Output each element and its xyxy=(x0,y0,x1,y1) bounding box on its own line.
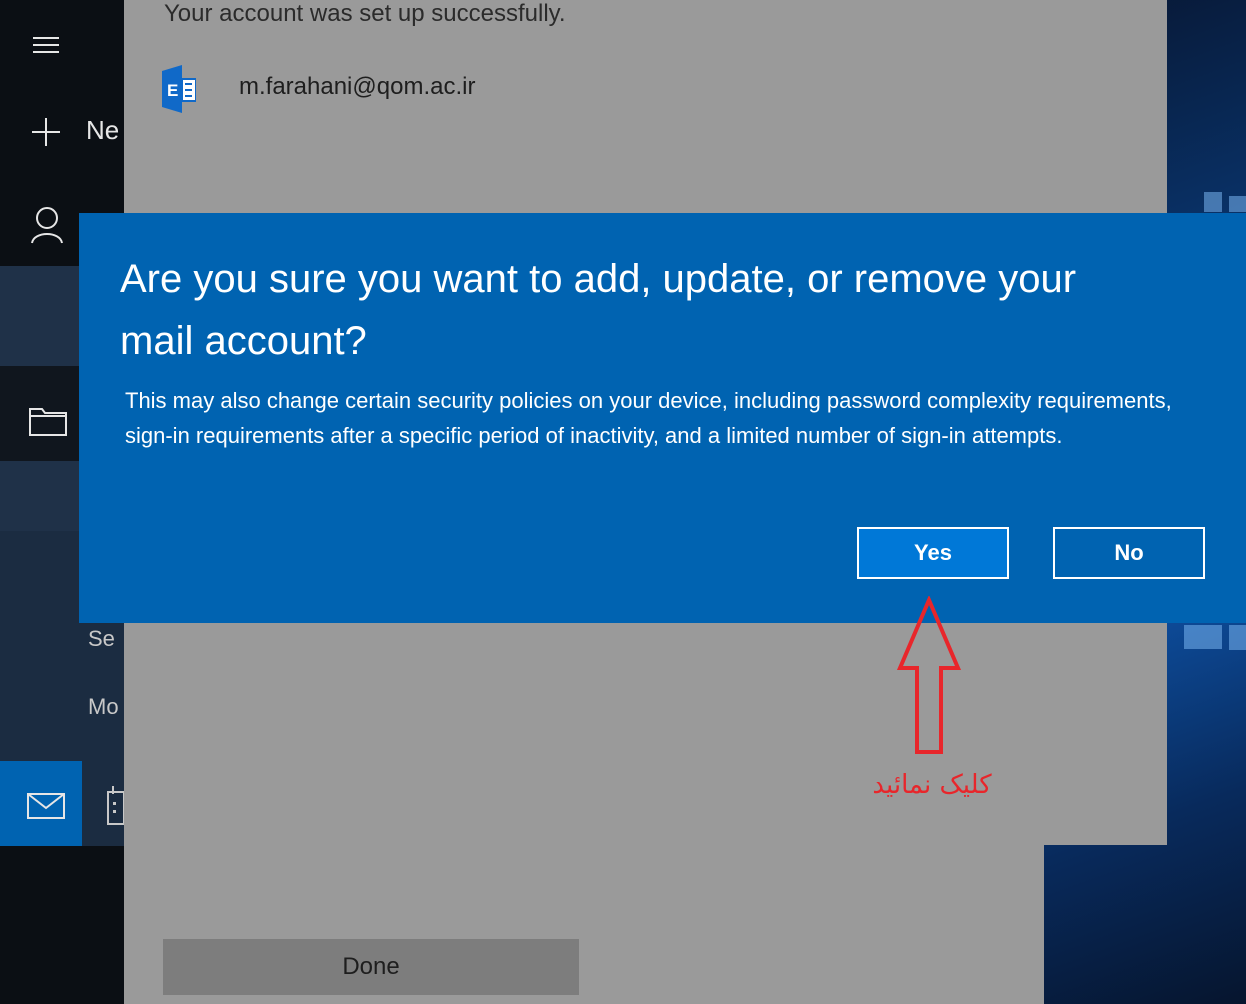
new-mail-label[interactable]: Ne xyxy=(86,115,119,146)
mail-icon[interactable] xyxy=(26,792,66,820)
folder-icon[interactable] xyxy=(28,405,68,437)
wallpaper-window-pane xyxy=(1229,625,1246,650)
yes-button[interactable]: Yes xyxy=(857,527,1009,579)
wallpaper-window-pane xyxy=(1204,192,1222,212)
dialog-message: This may also change certain security po… xyxy=(125,388,1172,448)
hamburger-menu-icon[interactable] xyxy=(33,36,59,56)
account-email: m.farahani@qom.ac.ir xyxy=(239,73,476,100)
annotation-arrow-icon xyxy=(896,596,962,754)
person-icon[interactable] xyxy=(30,205,64,245)
annotation-label: کلیک نمائید xyxy=(872,770,992,800)
sidebar-folder-item[interactable]: Mo xyxy=(88,694,119,720)
setup-success-message: Your account was set up successfully. xyxy=(164,0,566,27)
no-button[interactable]: No xyxy=(1053,527,1205,579)
wallpaper-window-pane xyxy=(1229,196,1246,212)
dialog-title: Are you sure you want to add, update, or… xyxy=(120,257,1077,363)
sidebar-folder-item[interactable]: Se xyxy=(88,626,115,652)
confirmation-dialog: Are you sure you want to add, update, or… xyxy=(79,213,1246,623)
done-button[interactable]: Done xyxy=(163,939,579,995)
exchange-icon: E xyxy=(162,65,196,113)
svg-text:E: E xyxy=(167,81,178,100)
calendar-icon[interactable] xyxy=(106,784,124,828)
plus-icon[interactable] xyxy=(30,116,62,148)
wallpaper-window-pane xyxy=(1184,625,1222,649)
